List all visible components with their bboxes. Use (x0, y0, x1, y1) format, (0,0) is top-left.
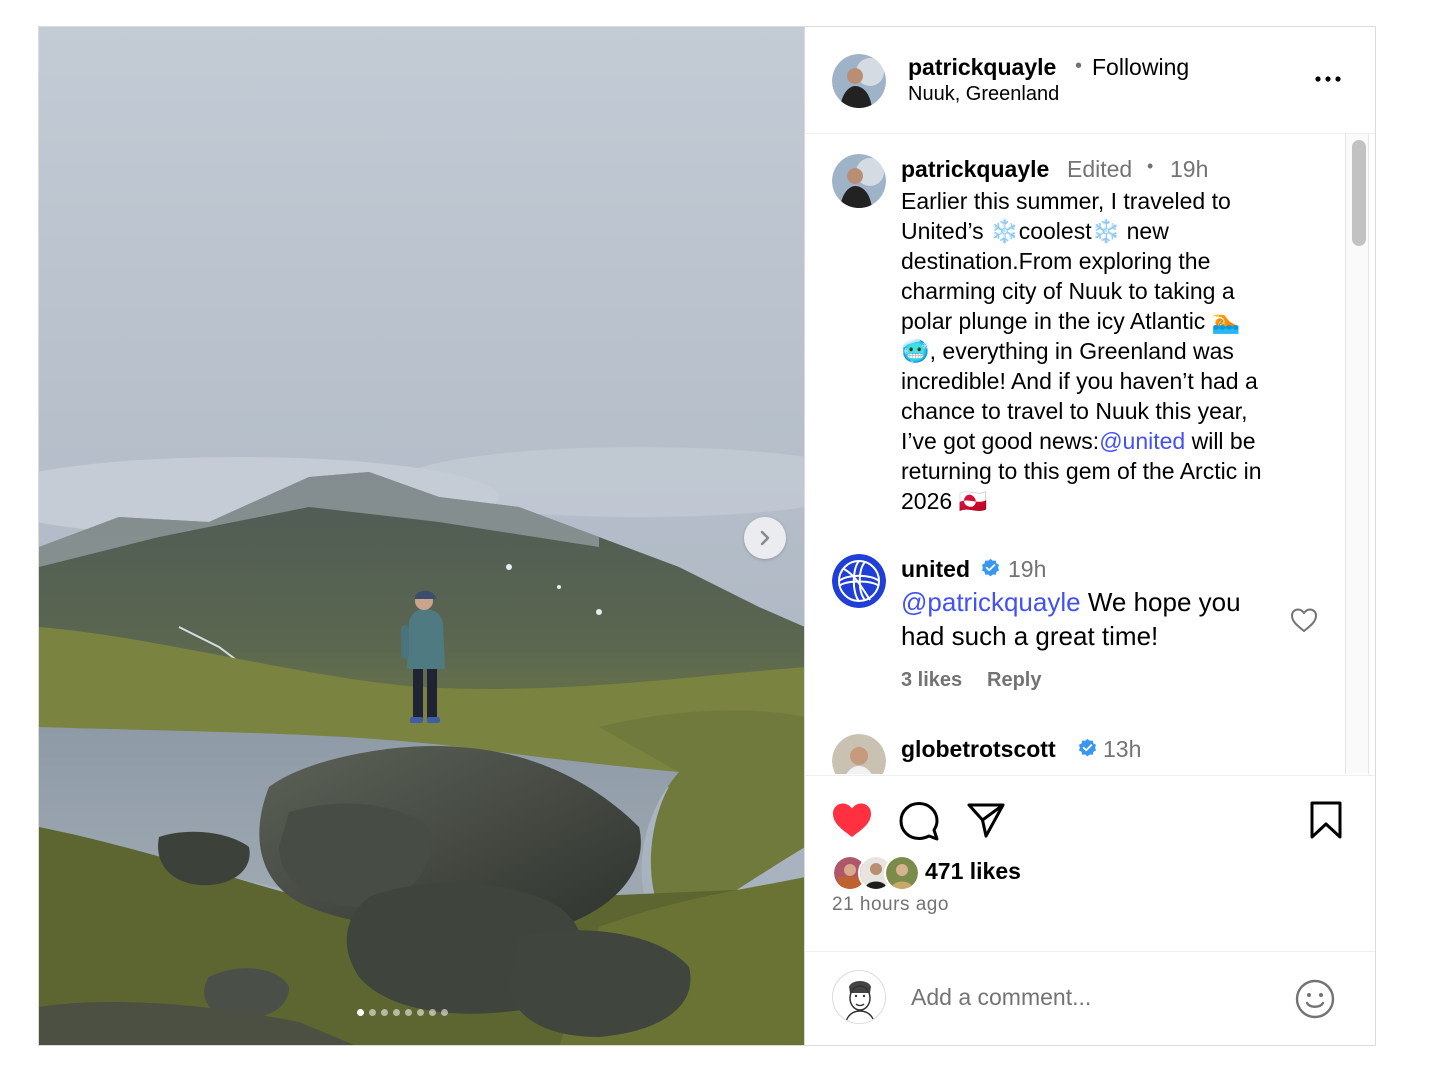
edited-label: Edited (1067, 156, 1133, 182)
avatar-image (832, 154, 886, 208)
caption-line: 2026 🇬🇱 (901, 488, 988, 514)
save-button[interactable] (1308, 800, 1344, 845)
globetrotscott-avatar[interactable] (832, 734, 886, 774)
post-timestamp[interactable]: 21 hours ago (832, 894, 949, 916)
like-button[interactable] (830, 800, 874, 845)
separator-dot: • (1147, 156, 1154, 176)
next-image-button[interactable] (744, 517, 786, 559)
caption-line: charming city of Nuuk to taking a (901, 278, 1235, 304)
landscape-photo (39, 27, 804, 1045)
verified-badge-icon (1078, 738, 1097, 757)
send-paper-plane-icon (967, 803, 1005, 838)
smiley-face-icon (1295, 979, 1335, 1019)
bookmark-icon (1310, 801, 1342, 839)
scrollbar-thumb[interactable] (1352, 140, 1366, 246)
caption-line: polar plunge in the icy Atlantic 🏊 (901, 308, 1241, 334)
caption-line: returning to this gem of the Arctic in (901, 458, 1262, 484)
carousel-dot (405, 1009, 412, 1016)
post-actions: 471 likes 21 hours ago (805, 775, 1375, 1045)
comment-username[interactable]: united (901, 556, 970, 583)
caption-line: incredible! And if you haven’t had a (901, 368, 1258, 394)
caption-line: Earlier this summer, I traveled to (901, 188, 1231, 214)
mention-link[interactable]: @united (1099, 428, 1185, 454)
carousel-dot (429, 1009, 436, 1016)
comment-bubble-icon (899, 802, 939, 841)
carousel-indicator (357, 1009, 448, 1016)
caption-avatar[interactable] (832, 154, 886, 208)
heart-outline-icon (1291, 608, 1317, 632)
comment-likes[interactable]: 3 likes (901, 669, 962, 692)
caption-username[interactable]: patrickquayle (901, 156, 1049, 183)
more-options-button[interactable] (1310, 67, 1346, 91)
comments-list[interactable]: patrickquayle Edited • 19h Earlier this … (805, 134, 1375, 774)
caption-line: United’s ❄️coolest❄️ new (901, 218, 1169, 244)
like-comment-button[interactable] (1289, 606, 1319, 639)
share-button[interactable] (966, 800, 1006, 845)
carousel-dot (393, 1009, 400, 1016)
viewer-avatar (832, 970, 886, 1024)
carousel-dot (417, 1009, 424, 1016)
chevron-right-icon (760, 530, 770, 546)
post-header: patrickquayle • Following Nuuk, Greenlan… (805, 27, 1375, 134)
carousel-dot (381, 1009, 388, 1016)
carousel-dot (357, 1009, 364, 1016)
post-side-panel: patrickquayle • Following Nuuk, Greenlan… (805, 27, 1375, 1045)
liker-avatar (884, 855, 920, 891)
carousel-dot (441, 1009, 448, 1016)
post-location[interactable]: Nuuk, Greenland (908, 83, 1059, 106)
caption-line: destination.From exploring the (901, 248, 1211, 274)
caption-line: I’ve got good news:@united will be (901, 428, 1256, 454)
comment-text: @patrickquayle We hope you had such a gr… (901, 587, 1241, 651)
caption-line: chance to travel to Nuuk this year, (901, 398, 1248, 424)
heart-filled-icon (833, 803, 871, 837)
comment-time[interactable]: 13h (1103, 736, 1141, 763)
add-comment-input[interactable] (909, 978, 1273, 1016)
add-comment-bar (805, 951, 1375, 1045)
comment-username[interactable]: globetrotscott (901, 736, 1056, 763)
carousel-dot (369, 1009, 376, 1016)
post-dialog: patrickquayle • Following Nuuk, Greenlan… (38, 26, 1376, 1046)
separator-dot: • (1075, 55, 1083, 77)
caption-time[interactable]: 19h (1170, 156, 1208, 183)
united-avatar[interactable] (832, 554, 886, 608)
comment-time[interactable]: 19h (1008, 556, 1046, 583)
avatar-image (832, 54, 886, 108)
united-globe-logo (832, 554, 886, 608)
post-photo (39, 27, 805, 1045)
reply-button[interactable]: Reply (987, 669, 1041, 692)
avatar-image (833, 971, 885, 1023)
caption-text: Earlier this summer, I traveled to Unite… (901, 186, 1321, 516)
more-horizontal-icon (1315, 76, 1341, 82)
mention-link[interactable]: @patrickquayle (901, 587, 1081, 617)
likes-count[interactable]: 471 likes (925, 858, 1021, 885)
caption-line: 🥶, everything in Greenland was (901, 338, 1234, 364)
liked-by-avatars[interactable] (832, 855, 922, 891)
author-username[interactable]: patrickquayle (908, 54, 1056, 81)
avatar-image (832, 734, 886, 774)
author-avatar[interactable] (832, 54, 886, 108)
emoji-picker-button[interactable] (1294, 978, 1336, 1025)
verified-badge-icon (981, 558, 1000, 577)
following-button[interactable]: Following (1092, 54, 1189, 81)
comment-button[interactable] (898, 800, 940, 847)
